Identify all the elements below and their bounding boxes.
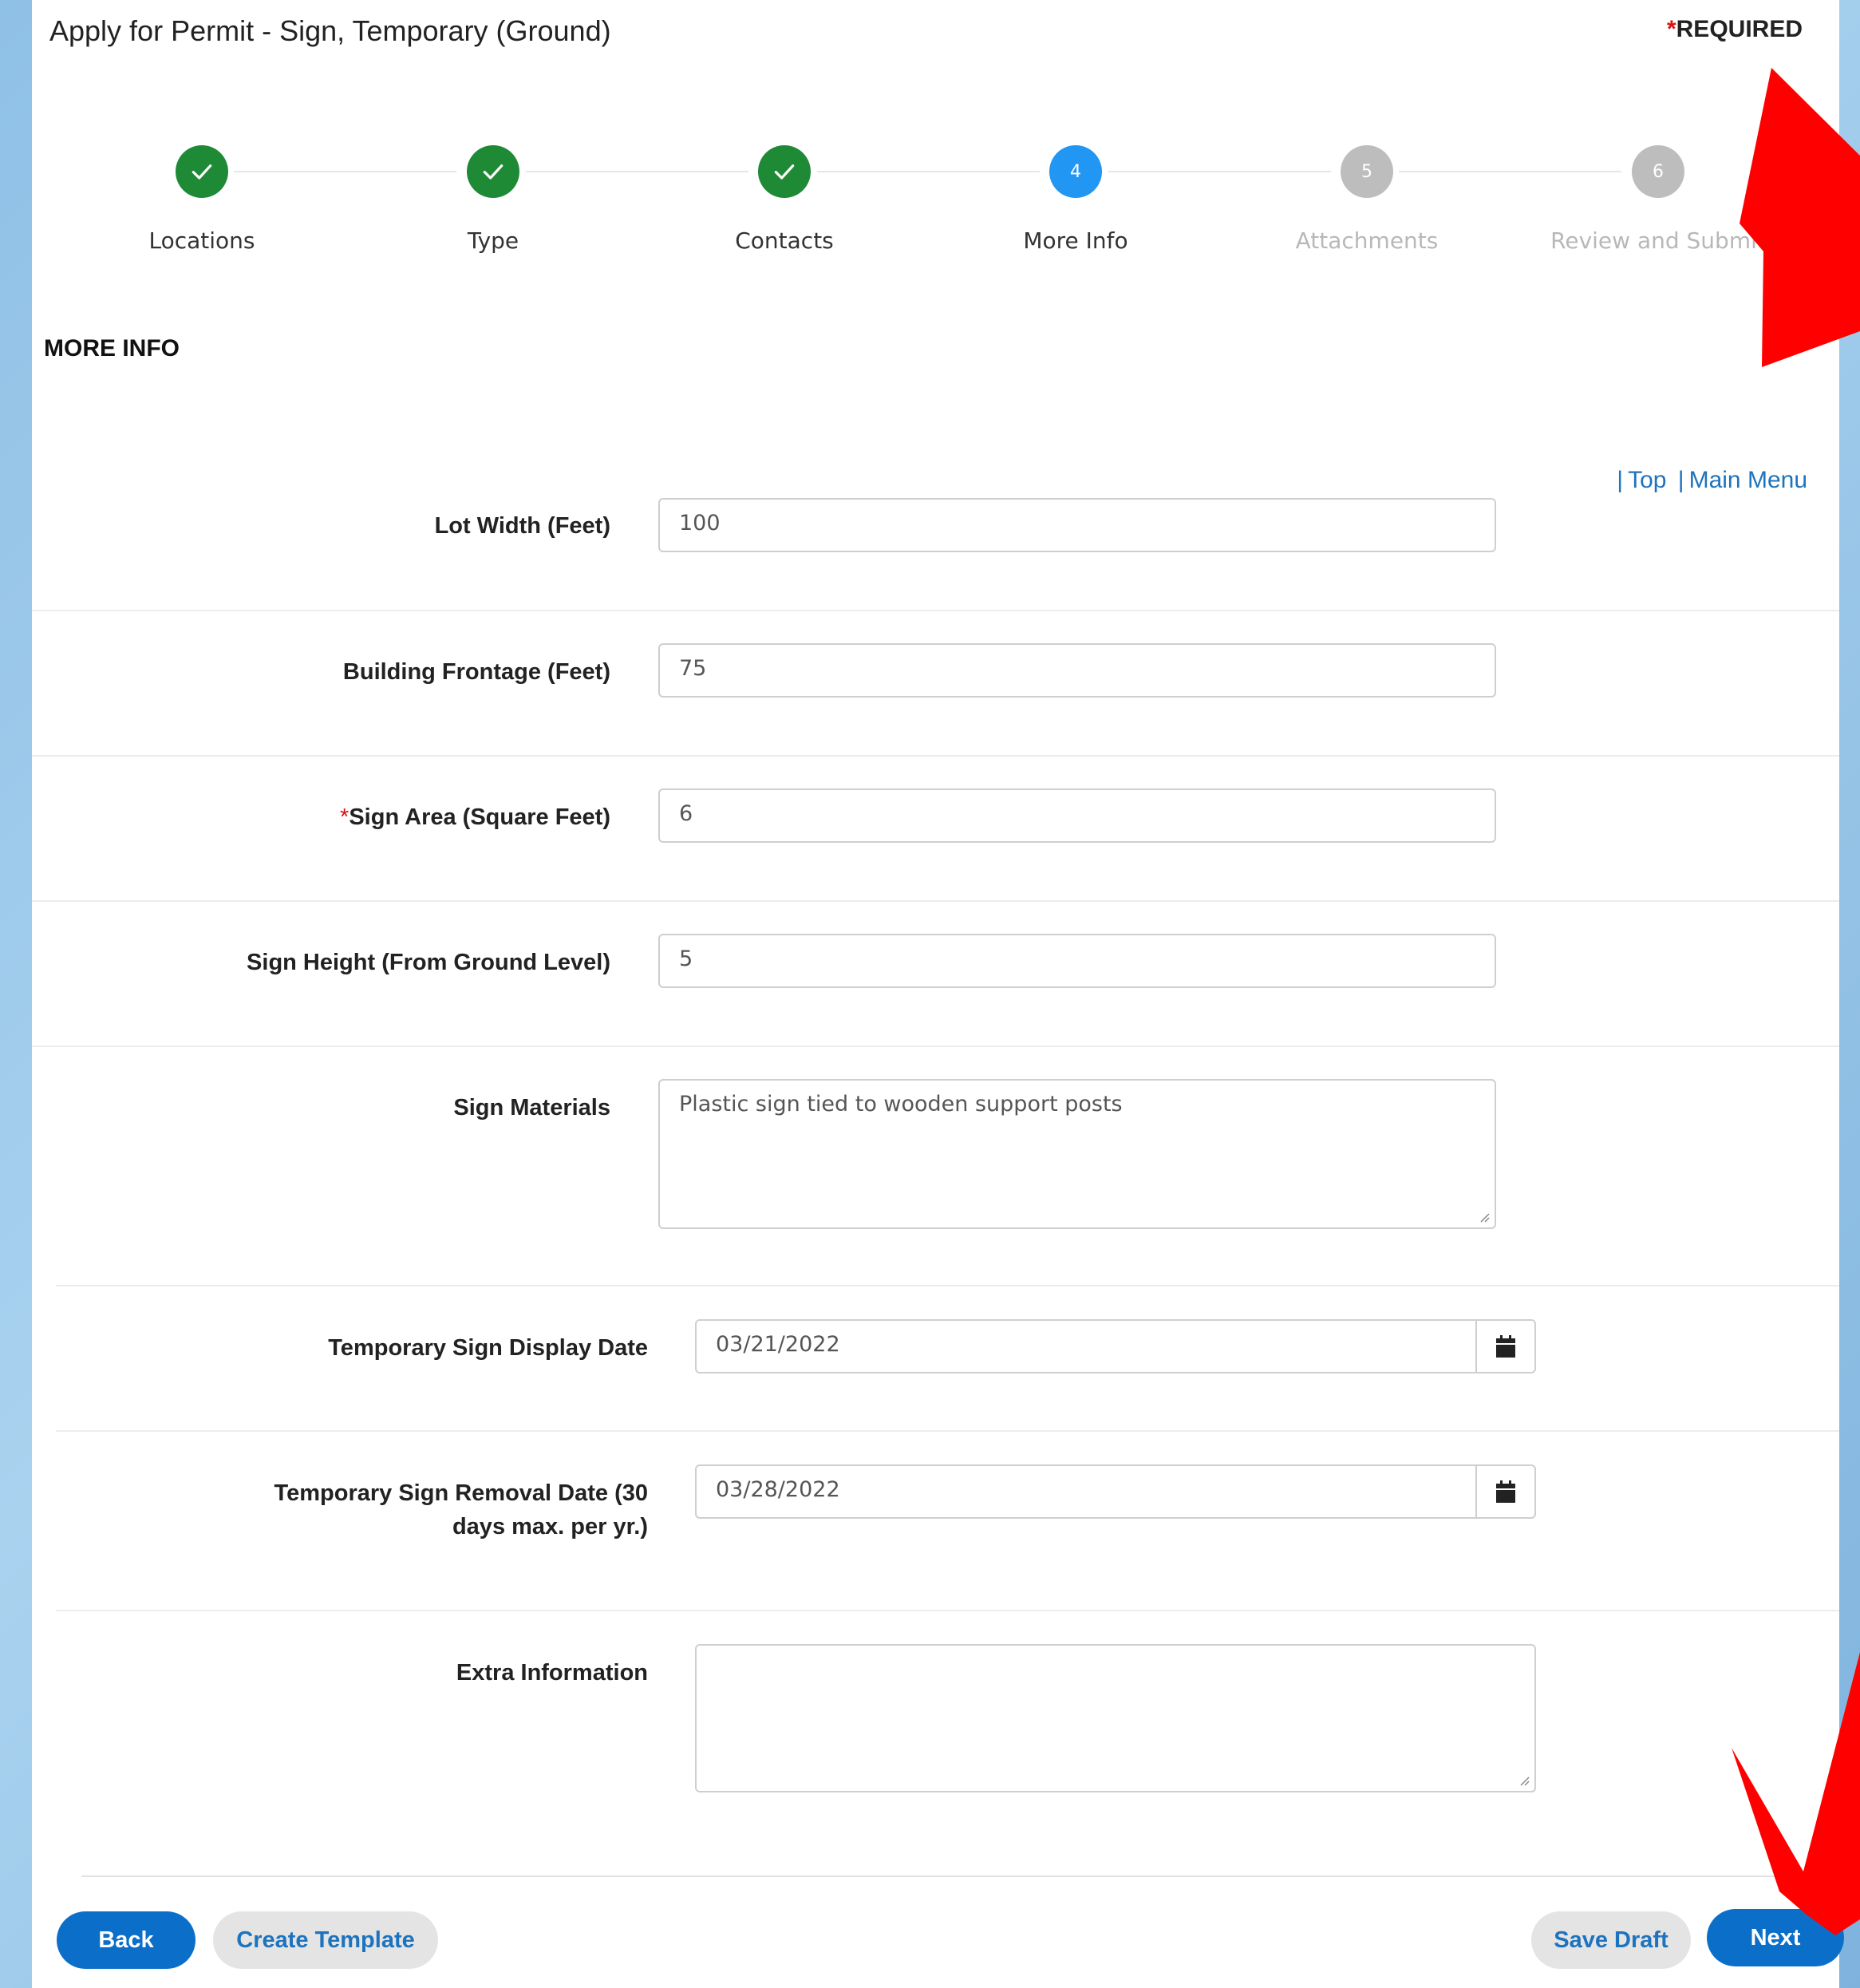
step-review-circle: 6	[1632, 145, 1684, 198]
sign-materials-label: Sign Materials	[453, 1095, 610, 1120]
page-nav-links: | Top | Main Menu	[1612, 467, 1807, 494]
section-heading: MORE INFO	[44, 335, 180, 362]
check-icon	[774, 164, 795, 180]
display-date-label: Temporary Sign Display Date	[328, 1335, 648, 1361]
step-contacts-circle[interactable]	[758, 145, 811, 198]
stepper-connector	[526, 171, 748, 172]
resize-grip-icon[interactable]	[1517, 1773, 1530, 1786]
step-attachments-circle: 5	[1341, 145, 1393, 198]
extra-info-label: Extra Information	[456, 1660, 648, 1686]
row-divider	[32, 900, 1839, 902]
stepper-connector	[817, 171, 1040, 172]
step-number: 5	[1361, 161, 1372, 182]
removal-date-label-line2: days max. per yr.)	[452, 1514, 648, 1539]
back-button[interactable]: Back	[57, 1911, 195, 1969]
sign-area-label: *Sign Area (Square Feet)	[32, 800, 610, 834]
step-more-info-circle: 4	[1049, 145, 1102, 198]
building-frontage-input[interactable]: 75	[658, 643, 1496, 698]
sign-area-input[interactable]: 6	[658, 788, 1496, 843]
sign-height-label: Sign Height (From Ground Level)	[247, 950, 610, 975]
step-number: 4	[1070, 161, 1081, 182]
sign-area-label-text: Sign Area (Square Feet)	[349, 804, 610, 830]
check-icon	[192, 164, 212, 180]
lot-width-label: Lot Width (Feet)	[434, 513, 610, 539]
stepper-connector	[1108, 171, 1331, 172]
step-more-info-label: More Info	[1023, 227, 1128, 254]
row-divider	[32, 755, 1839, 757]
permit-form-panel: Apply for Permit - Sign, Temporary (Grou…	[32, 0, 1844, 1988]
create-template-button[interactable]: Create Template	[213, 1911, 438, 1969]
step-type-circle[interactable]	[467, 145, 519, 198]
removal-date-label-line1: Temporary Sign Removal Date (30	[274, 1480, 648, 1506]
link-separator: |	[1677, 467, 1684, 493]
display-date-calendar-button[interactable]	[1477, 1319, 1536, 1373]
resize-grip-icon[interactable]	[1477, 1210, 1490, 1223]
sign-materials-textarea[interactable]: Plastic sign tied to wooden support post…	[658, 1079, 1496, 1229]
stepper-connector	[1399, 171, 1621, 172]
step-locations-circle[interactable]	[176, 145, 228, 198]
lot-width-input[interactable]: 100	[658, 498, 1496, 552]
stepper-connector	[234, 171, 456, 172]
row-divider	[56, 1430, 1839, 1432]
step-locations-label[interactable]: Locations	[74, 227, 330, 254]
row-divider	[56, 1285, 1839, 1286]
annotation-arrow-top	[1740, 68, 1860, 367]
step-type-label[interactable]: Type	[365, 227, 621, 254]
footer-divider	[81, 1875, 1797, 1877]
building-frontage-label: Building Frontage (Feet)	[342, 659, 610, 685]
step-number: 6	[1653, 161, 1664, 182]
removal-date-label: Temporary Sign Removal Date (30 days max.…	[32, 1476, 648, 1543]
annotation-arrow-bottom	[1732, 1652, 1860, 1935]
sign-materials-value: Plastic sign tied to wooden support post…	[679, 1092, 1123, 1117]
step-contacts-label[interactable]: Contacts	[657, 227, 912, 254]
required-star: *	[1666, 16, 1676, 42]
calendar-icon	[1496, 1335, 1515, 1358]
top-link[interactable]: Top	[1628, 467, 1666, 493]
calendar-icon	[1496, 1480, 1515, 1503]
main-menu-link[interactable]: Main Menu	[1689, 467, 1807, 493]
display-date-input[interactable]: 03/21/2022	[695, 1319, 1477, 1373]
required-label: REQUIRED	[1676, 16, 1803, 42]
sign-height-input[interactable]: 5	[658, 934, 1496, 988]
required-indicator: *REQUIRED	[1667, 16, 1803, 43]
removal-date-calendar-button[interactable]	[1477, 1464, 1536, 1519]
required-star: *	[340, 804, 349, 830]
removal-date-input[interactable]: 03/28/2022	[695, 1464, 1477, 1519]
save-draft-button[interactable]: Save Draft	[1531, 1911, 1691, 1969]
link-separator: |	[1617, 467, 1624, 493]
check-icon	[483, 164, 504, 180]
page-title: Apply for Permit - Sign, Temporary (Grou…	[49, 14, 611, 47]
row-divider	[32, 610, 1839, 611]
row-divider	[56, 1610, 1839, 1611]
row-divider	[32, 1045, 1839, 1047]
extra-info-textarea[interactable]	[695, 1644, 1536, 1792]
step-attachments-label: Attachments	[1295, 227, 1439, 254]
